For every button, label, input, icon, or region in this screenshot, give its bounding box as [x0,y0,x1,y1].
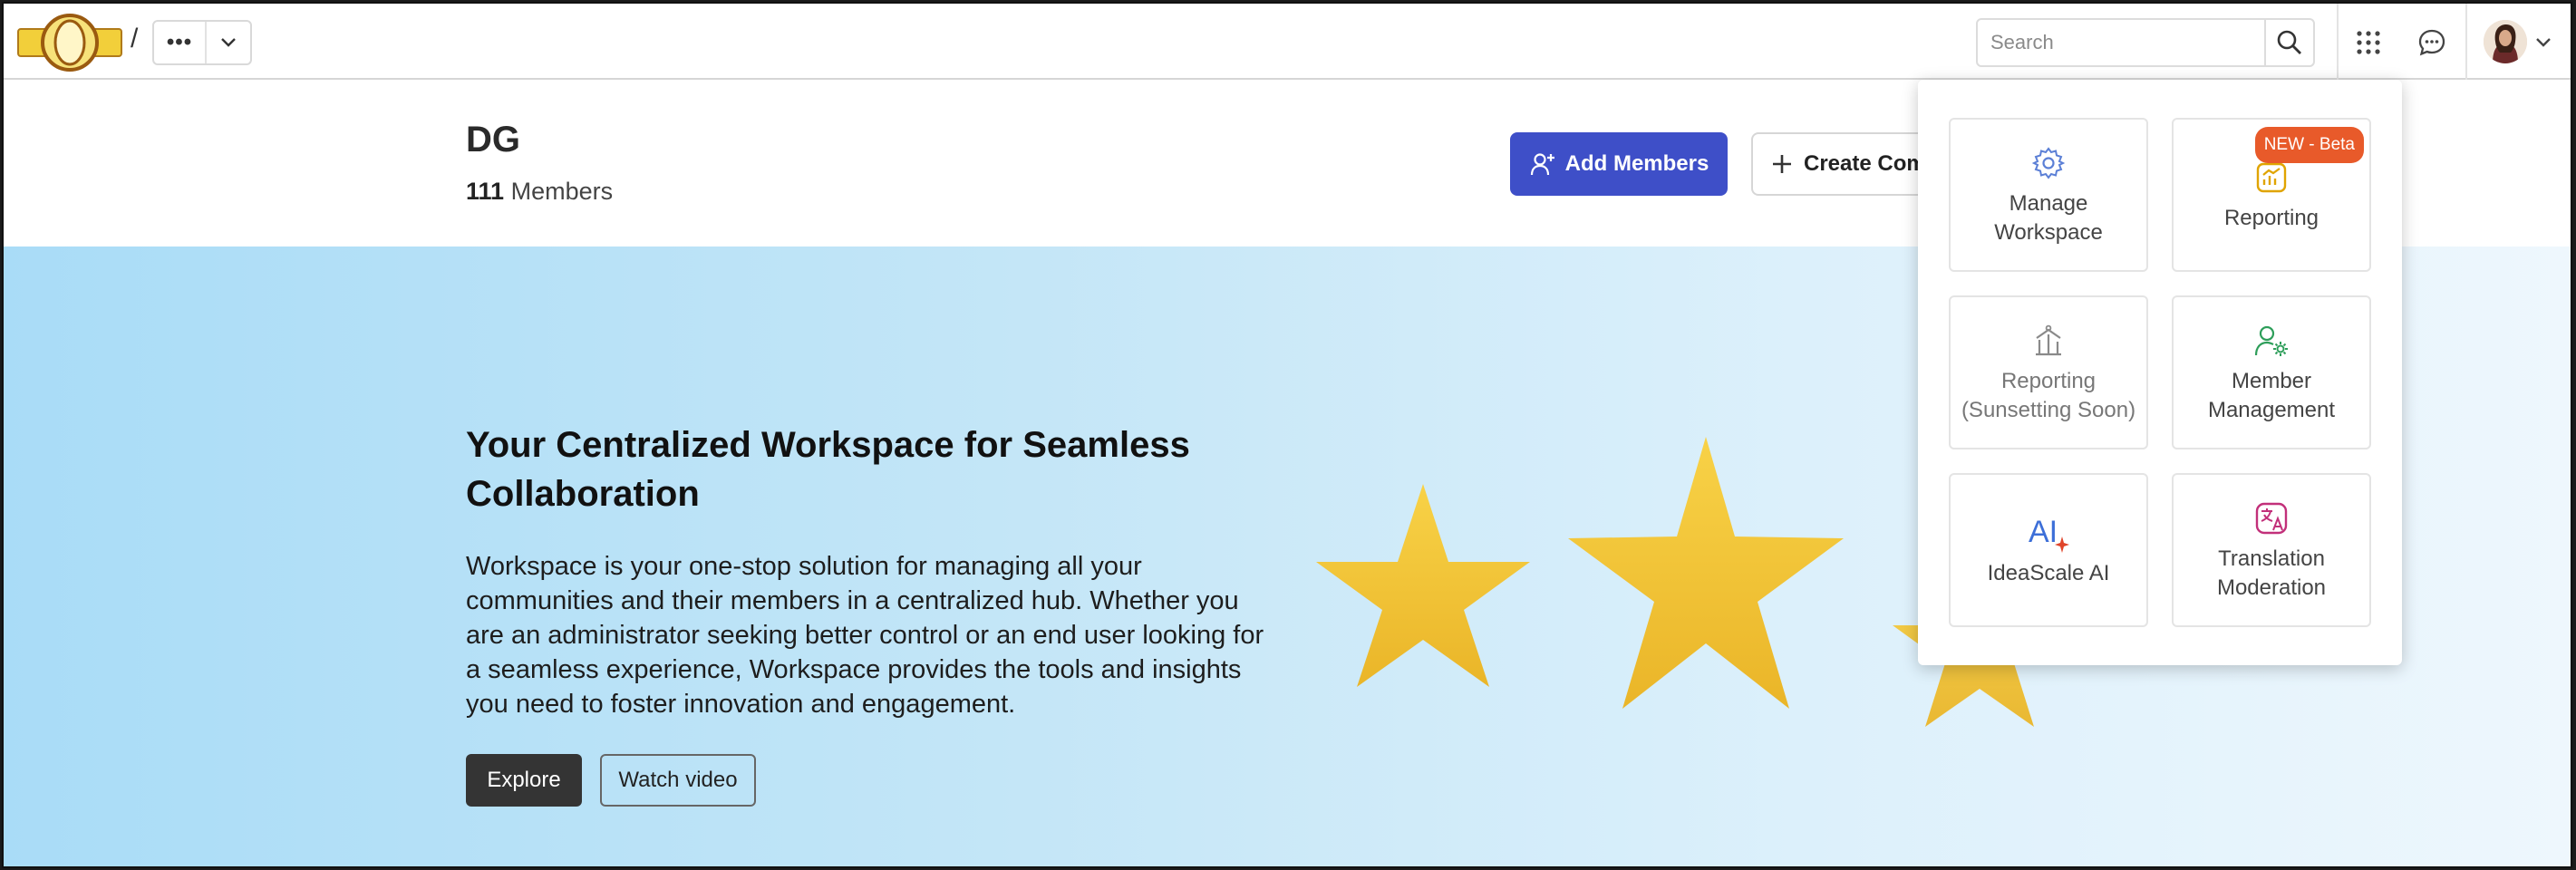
tile-label: Reporting [2223,206,2319,230]
hero-title: Your Centralized Workspace for Seamless … [466,425,1190,514]
search-icon[interactable] [2264,20,2313,65]
new-beta-badge: NEW - Beta [2254,127,2364,163]
ai-sparkle-icon: AI [2028,512,2069,554]
tile-reporting-legacy[interactable]: Reporting (Sunsetting Soon) [1949,295,2148,450]
chevron-down-icon[interactable] [207,37,250,48]
brand-logo-icon[interactable] [16,13,123,72]
add-members-label: Add Members [1564,151,1709,176]
more-options-icon[interactable]: ••• [154,22,207,63]
member-count-number: 111 [466,178,505,205]
tile-label: Member Management [2207,369,2336,422]
tile-translation-moderation[interactable]: Translation Moderation [2172,473,2371,627]
gear-icon [2031,142,2066,184]
tile-label: Translation Moderation [2216,546,2327,600]
apps-grid-icon[interactable] [2348,22,2389,63]
add-members-button[interactable]: Add Members [1510,132,1728,196]
app-window: / ••• Search DG 111 Members Add Members … [2,2,2572,868]
breadcrumb-more-menu[interactable]: ••• [152,20,252,65]
tile-reporting[interactable]: NEW - Beta Reporting [2172,118,2371,272]
member-settings-icon [2253,320,2290,362]
member-count: 111 Members [466,178,613,206]
tile-ideascale-ai[interactable]: AI IdeaScale AI [1949,473,2148,627]
svg-text:AI: AI [2029,515,2058,549]
watch-video-button[interactable]: Watch video [600,754,756,807]
hero-description: Workspace is your one-stop solution for … [466,552,1264,719]
toolbar-divider [2465,4,2467,80]
plus-icon [1773,155,1791,173]
tile-label: IdeaScale AI [1987,561,2110,585]
explore-button[interactable]: Explore [466,754,582,807]
user-avatar[interactable] [2484,20,2527,63]
tile-label: Manage Workspace [1994,191,2103,245]
search-box [1976,18,2315,67]
star-icon [1568,437,1844,709]
chat-bubble-icon[interactable] [2411,22,2453,63]
reporting-legacy-icon [2031,320,2066,362]
apps-menu-panel: Manage Workspace NEW - Beta Reporting Re… [1918,80,2402,665]
member-count-label: Members [510,178,614,205]
page-title: DG [466,120,520,160]
top-navigation-bar: / ••• [4,4,2571,80]
breadcrumb-separator: / [131,24,139,53]
profile-chevron-down-icon[interactable] [2527,22,2560,63]
tile-member-management[interactable]: Member Management [2172,295,2371,450]
tile-manage-workspace[interactable]: Manage Workspace [1949,118,2148,272]
toolbar-divider [2337,4,2339,80]
tile-label: Reporting (Sunsetting Soon) [1961,369,2136,422]
add-user-icon [1530,153,1554,176]
star-icon [1316,484,1530,687]
search-input[interactable] [1978,20,2264,65]
translate-icon [2254,498,2289,539]
